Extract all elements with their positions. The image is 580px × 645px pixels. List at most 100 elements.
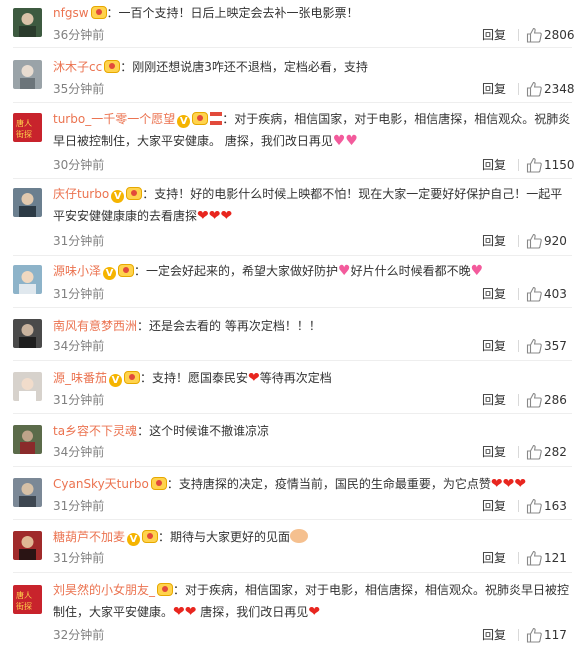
reply-button[interactable]: 回复 [482,233,506,249]
divider [13,178,572,179]
thumbs-up-icon[interactable] [526,498,542,514]
divider [13,307,572,308]
comment-text: 期待与大家更好的见面 [170,530,291,544]
action-separator [518,500,519,512]
username-link[interactable]: CyanSky天turbo [53,477,149,491]
divider [13,572,572,573]
comment-time: 30分钟前 [53,158,105,172]
fan-badge-icon [142,530,159,543]
avatar[interactable] [13,372,42,401]
like-count: 117 [544,628,567,642]
comment-list: nfgsw ：一百个支持！日后上映定会去补一张电影票！ 36分钟前 回复 2806… [0,0,580,645]
reply-button[interactable]: 回复 [482,157,506,173]
reply-button[interactable]: 回复 [482,286,506,302]
reply-button[interactable]: 回复 [482,550,506,566]
thumbs-up-icon[interactable] [526,286,542,302]
avatar[interactable] [13,478,42,507]
folded-hands-icon [290,529,309,543]
avatar[interactable] [13,8,42,37]
red-heart-icon: ❤ [490,476,503,492]
comment-line: 源_味番茄 V ：支持！愿国泰民安❤等待再次定档 [53,370,332,387]
reply-button[interactable]: 回复 [482,444,506,460]
verified-badge-icon: V [177,115,191,128]
comment-time: 31分钟前 [53,393,105,407]
username-link[interactable]: 沐木子cc [53,60,102,74]
like-count: 163 [544,499,567,513]
username-link[interactable]: 庆仔turbo [53,187,109,201]
avatar[interactable] [13,319,42,348]
verified-badge-icon: V [103,267,117,280]
comment-text: 这个时候谁不撤谁凉凉 [149,424,270,438]
comment-line: nfgsw ：一百个支持！日后上映定会去补一张电影票！ [53,6,359,20]
action-separator [518,83,519,95]
comment-line: 庆仔turbo V ：支持！好的电影什么时候上映都不怕！现在大家一定要好好保护自己！… [53,187,563,224]
avatar[interactable] [13,425,42,454]
reply-button[interactable]: 回复 [482,27,506,43]
comment-line: 刘昊然的小女朋友_ ：对于疾病，相信国家，对于电影，相信唐探，相信观众。祝肺炎早日… [53,583,570,620]
avatar[interactable] [13,60,42,89]
comment-text: 一定会好起来的，希望大家做好防护 [146,264,339,278]
like-count: 282 [544,445,567,459]
action-separator [518,552,519,564]
thumbs-up-icon[interactable] [526,157,542,173]
thumbs-up-icon[interactable] [526,27,542,43]
thumbs-up-icon[interactable] [526,233,542,249]
username-link[interactable]: ta乡容不下灵魂 [53,424,137,438]
comment-time: 35分钟前 [53,82,105,96]
thumbs-up-icon[interactable] [526,627,542,643]
comment-line: CyanSky天turbo ：支持唐探的决定，疫情当前，国民的生命最重要，为它点赞… [53,476,527,492]
red-heart-icon: ❤ [248,370,260,386]
username-link[interactable]: turbo_一千零一个愿望 [53,112,175,126]
comment-line: 南风有意梦西洲：还是会去看的 等再次定档！！！ [53,319,321,333]
action-separator [518,340,519,352]
red-heart-icon: ❤ [184,604,197,620]
comment-line: 沐木子cc ：刚刚还想说唐3咋还不退档，定档必看，支持 [53,60,368,74]
thumbs-up-icon[interactable] [526,81,542,97]
like-count: 920 [544,234,567,248]
comment-text: 还是会去看的 等再次定档！！！ [149,319,321,333]
divider [13,47,572,48]
username-link[interactable]: nfgsw [53,6,89,20]
verified-badge-icon: V [111,190,125,203]
thumbs-up-icon[interactable] [526,338,542,354]
reply-button[interactable]: 回复 [482,392,506,408]
like-count: 121 [544,551,567,565]
comment-line: 源味小泽 V ：一定会好起来的，希望大家做好防护♥好片什么时候看都不晚♥ [53,263,484,280]
red-heart-icon: ❤ [220,208,233,224]
reply-button[interactable]: 回复 [482,627,506,643]
thumbs-up-icon[interactable] [526,444,542,460]
username-link[interactable]: 糖葫芦不加麦 [53,530,125,544]
username-link[interactable]: 南风有意梦西洲 [53,319,137,333]
thumbs-up-icon[interactable] [526,550,542,566]
red-heart-icon: ❤ [208,208,221,224]
fan-badge-icon [104,60,121,73]
pink-heart-icon: ♥ [470,263,484,279]
comment-text: 一百个支持！日后上映定会去补一张电影票！ [118,6,359,20]
divider [13,360,572,361]
action-separator [518,235,519,247]
reply-button[interactable]: 回复 [482,81,506,97]
reply-button[interactable]: 回复 [482,498,506,514]
divider [13,102,572,103]
red-heart-icon: ❤ [514,476,527,492]
avatar[interactable]: 唐人 街探 [13,113,42,142]
avatar[interactable]: 唐人 街探 [13,585,42,614]
action-separator [518,288,519,300]
red-heart-icon: ❤ [197,208,209,224]
divider [13,466,572,467]
reply-button[interactable]: 回复 [482,338,506,354]
avatar[interactable] [13,265,42,294]
thumbs-up-icon[interactable] [526,392,542,408]
avatar[interactable] [13,188,42,217]
avatar[interactable] [13,531,42,560]
pink-heart-icon: ♥ [345,133,358,149]
comment-text: 支持唐探的决定，疫情当前，国民的生命最重要，为它点赞 [178,477,491,491]
comment-time: 34分钟前 [53,445,105,459]
username-link[interactable]: 源味小泽 [53,264,101,278]
username-link[interactable]: 源_味番茄 [53,371,107,385]
like-count: 286 [544,393,567,407]
like-count: 2348 [544,82,575,96]
username-link[interactable]: 刘昊然的小女朋友_ [53,583,155,597]
comment-text: 支持！愿国泰民安 [152,371,249,385]
comment-time: 31分钟前 [53,234,105,248]
